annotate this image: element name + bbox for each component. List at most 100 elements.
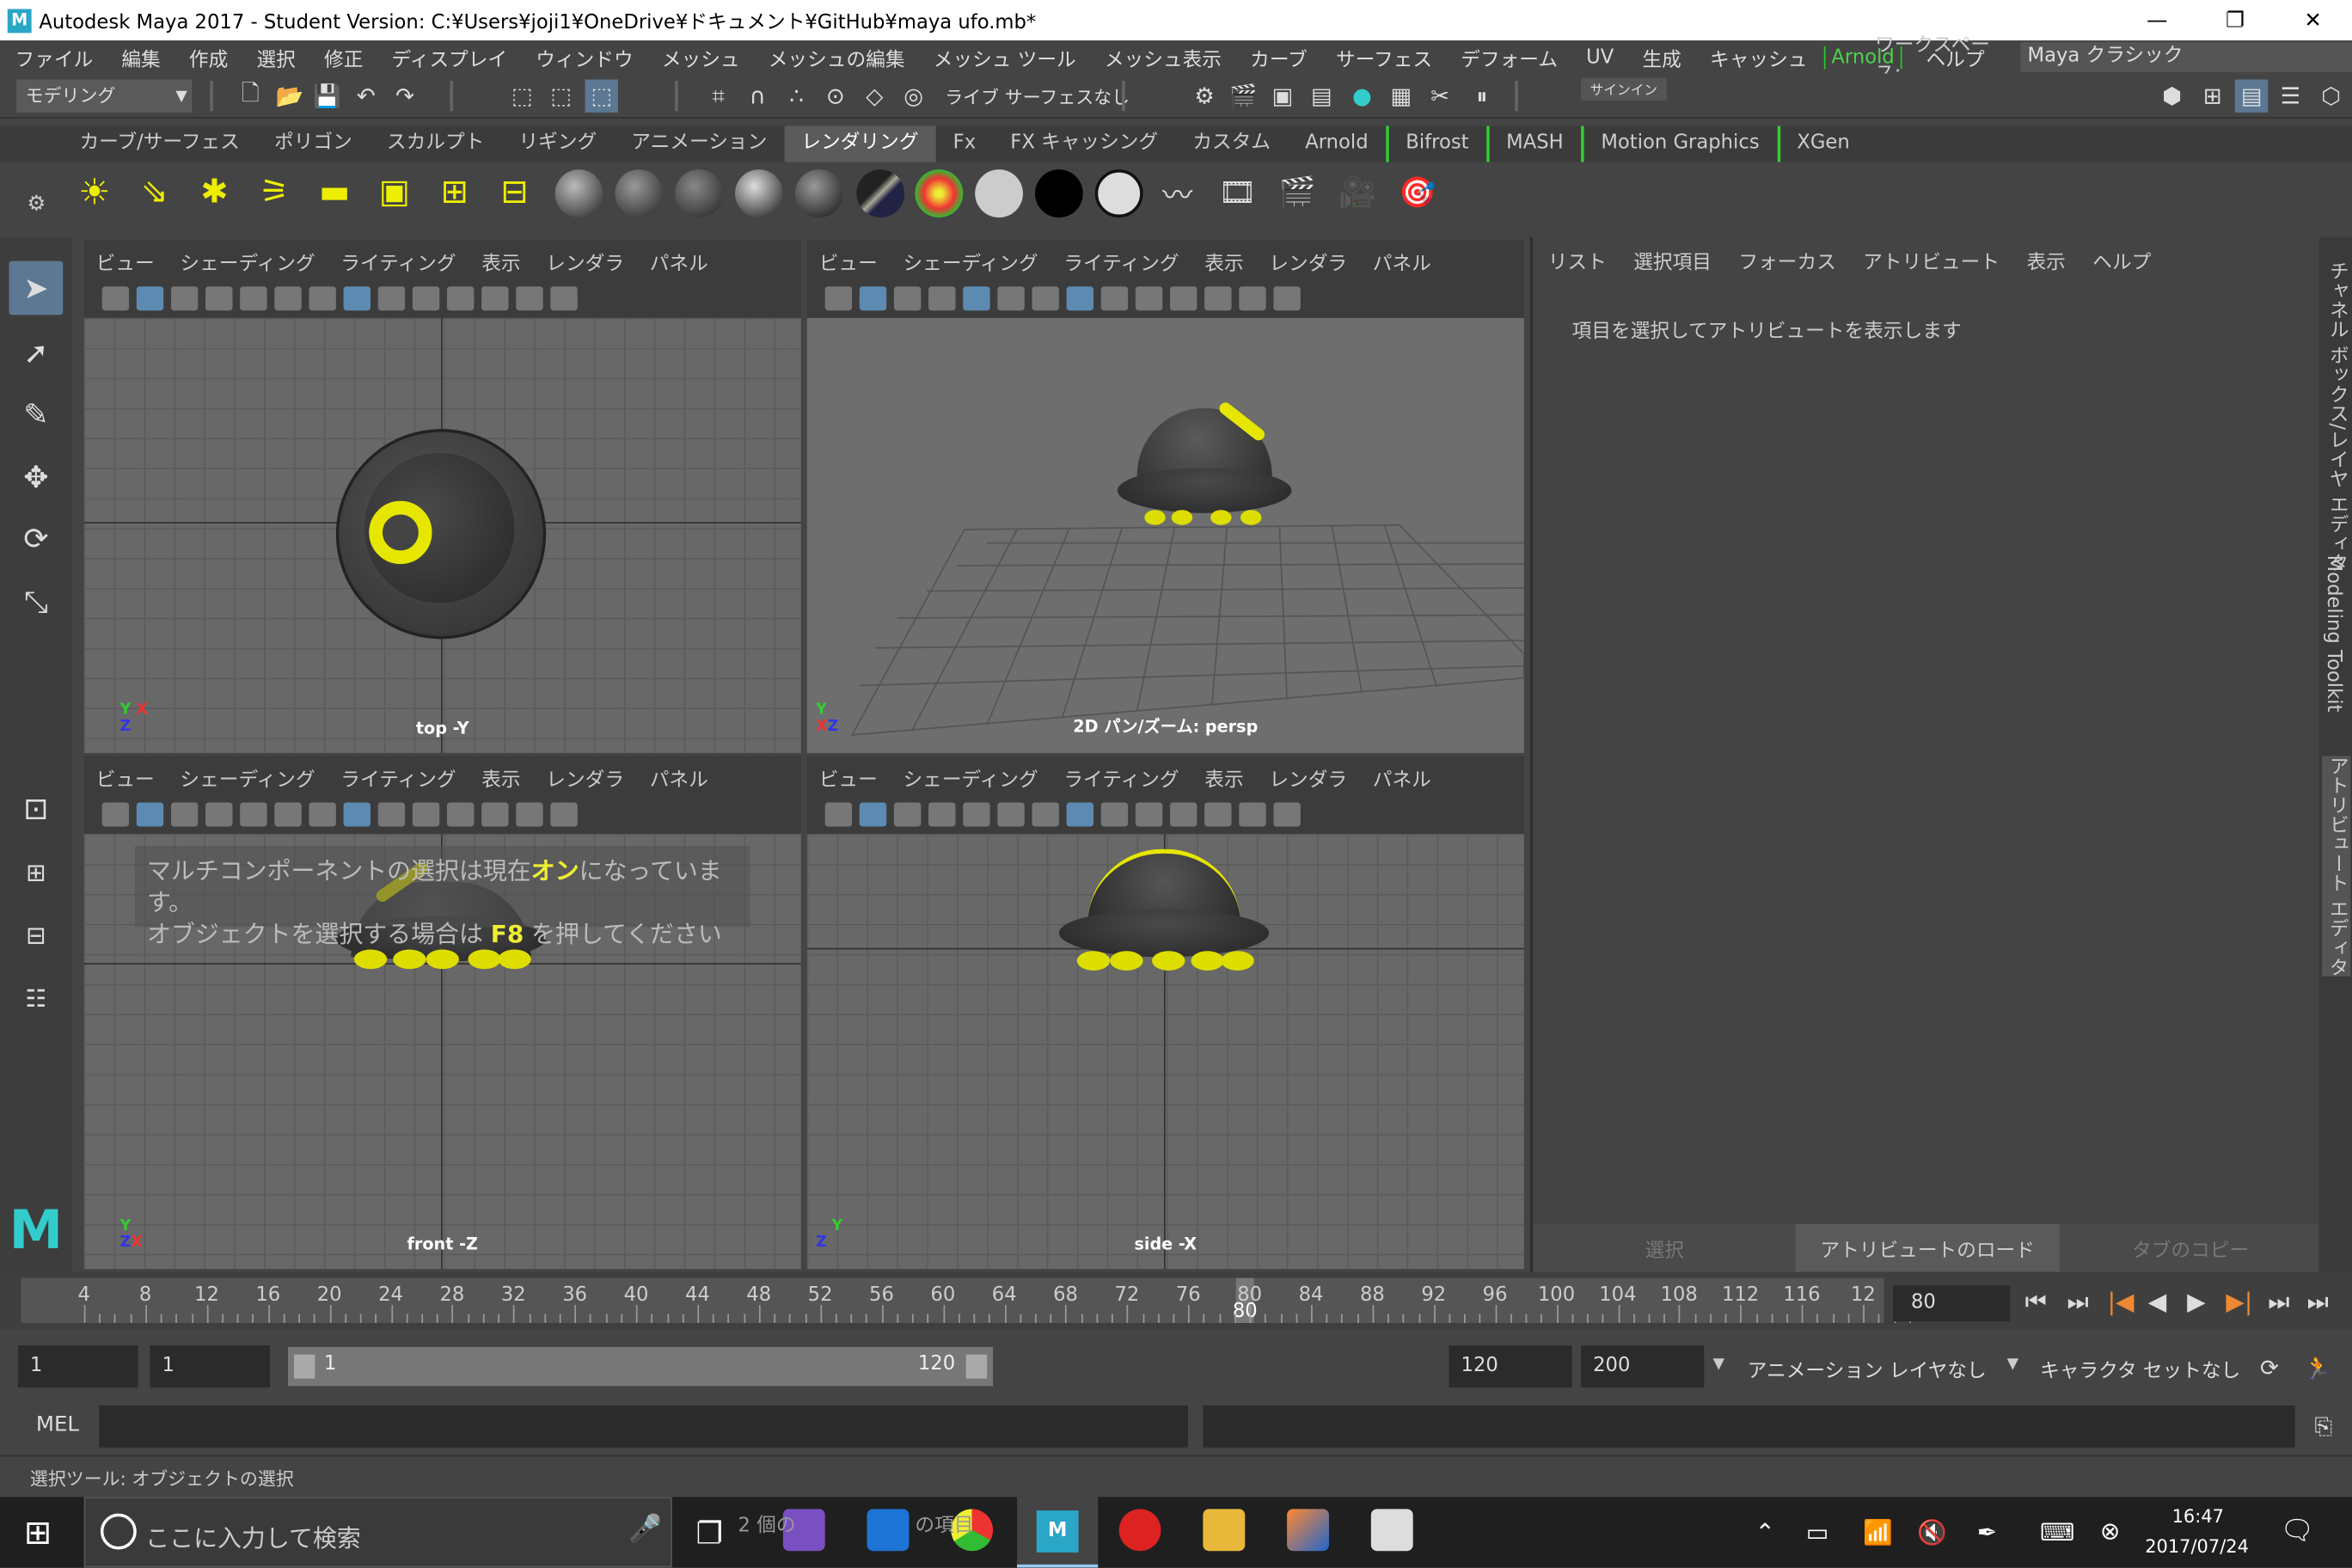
step-back-frame-icon[interactable]: |◀	[2108, 1287, 2135, 1315]
camera-icon[interactable]	[101, 286, 130, 311]
shadows-icon[interactable]	[481, 802, 509, 827]
workspace-dropdown[interactable]: Maya クラシック	[2019, 41, 2352, 72]
xray-icon[interactable]	[516, 802, 543, 827]
open-scene-icon[interactable]: 📂	[273, 79, 306, 112]
select-tool-icon[interactable]: ➤	[9, 260, 64, 315]
viewport-canvas[interactable]: マルチコンポーネントの選択は現在オンになっています。 オブジェクトを選択する場合…	[83, 834, 801, 1270]
playback-end-field[interactable]: 120	[1449, 1345, 1572, 1388]
shadows-icon[interactable]	[1204, 286, 1232, 311]
pause-icon[interactable]: ⏸	[1466, 79, 1498, 112]
current-frame-field[interactable]: 80	[1893, 1285, 2011, 1322]
bookmark-icon[interactable]	[170, 286, 199, 311]
ae-menu-list[interactable]: リスト	[1548, 246, 1607, 274]
smooth-shade-icon[interactable]	[1100, 286, 1129, 311]
shelf-tab-rendering[interactable]: レンダリング	[785, 126, 937, 162]
directional-light-icon[interactable]: ⇘	[138, 174, 171, 211]
animation-start-field[interactable]: 1	[17, 1345, 138, 1388]
shading-map-icon[interactable]	[1094, 169, 1143, 218]
edge-browser-icon[interactable]	[867, 1509, 910, 1552]
vp-menu-lighting[interactable]: ライティング	[1063, 247, 1179, 275]
anisotropic-sphere-icon[interactable]	[794, 169, 843, 218]
wireframe-icon[interactable]	[1066, 286, 1094, 311]
camera-aim-icon[interactable]: ⊟	[498, 174, 530, 211]
step-forward-frame-icon[interactable]: ▶|	[2226, 1287, 2252, 1315]
taskbar-clock-time[interactable]: 16:47	[2172, 1506, 2224, 1527]
render-sequence-icon[interactable]: ▦	[1385, 79, 1418, 112]
batch-render-icon[interactable]: 🎥	[1338, 174, 1375, 210]
step-forward-key-icon[interactable]: ⏭	[2268, 1287, 2289, 1317]
hypershade-icon[interactable]: ●	[1345, 79, 1378, 112]
camera-attr-icon[interactable]	[136, 802, 164, 827]
smooth-shade-icon[interactable]	[377, 286, 406, 311]
snap-surface-icon[interactable]: ◇	[858, 79, 891, 112]
vp-menu-renderer[interactable]: レンダラ	[1269, 763, 1347, 791]
menu-create[interactable]: 作成	[174, 43, 242, 71]
menu-edit-mesh[interactable]: メッシュの編集	[753, 43, 918, 71]
menu-uv[interactable]: UV	[1571, 46, 1627, 68]
wireframe-icon[interactable]	[1066, 802, 1094, 827]
image-plane-icon[interactable]	[928, 802, 956, 827]
layered-shader-icon[interactable]	[856, 169, 905, 218]
live-surface-label[interactable]: ライブ サーフェスなし	[945, 84, 1130, 110]
image-plane-icon[interactable]	[205, 802, 233, 827]
wireframe-icon[interactable]	[343, 286, 371, 311]
range-start-handle[interactable]	[294, 1354, 315, 1379]
script-editor-icon[interactable]: ⎘	[2307, 1410, 2340, 1442]
film-gate-icon[interactable]	[997, 802, 1025, 827]
vp-menu-shading[interactable]: シェーディング	[180, 763, 315, 791]
time-ruler[interactable]: 80 4 8 12 16 20 24 28 32 36 40 44 48 52 56 60 64 68 72 76 8…	[21, 1277, 1911, 1324]
render-setup-icon[interactable]: 🎯	[1399, 174, 1436, 210]
battery-icon[interactable]: ▭	[1806, 1518, 1828, 1547]
hypershade-shelf-icon[interactable]: 〰	[1161, 175, 1194, 212]
render-frame-shelf-icon[interactable]: 🎞	[1218, 174, 1256, 210]
menu-window[interactable]: ウィンドウ	[521, 43, 647, 71]
bookmark-icon[interactable]	[893, 802, 922, 827]
lights-icon[interactable]	[446, 802, 475, 827]
grid-icon[interactable]	[240, 286, 267, 311]
vp-menu-panels[interactable]: パネル	[1373, 247, 1431, 275]
shelf-tab-sculpting[interactable]: スカルプト	[371, 126, 503, 162]
menu-generate[interactable]: 生成	[1627, 43, 1695, 71]
ipr-render-icon[interactable]: ▣	[1266, 79, 1299, 112]
vp-menu-view[interactable]: ビュー	[819, 247, 878, 275]
isolate-icon[interactable]	[1273, 802, 1301, 827]
vp-menu-shading[interactable]: シェーディング	[180, 247, 315, 275]
outliner-layout-icon[interactable]: ☷	[9, 971, 63, 1025]
snap-point-icon[interactable]: ∴	[780, 79, 812, 112]
side-tab-attribute-editor[interactable]: アトリビュート エディタ	[2322, 756, 2351, 977]
viewport-front[interactable]: ビュー シェーディング ライティング 表示 レンダラ パネル マルチコンポーネン…	[83, 756, 801, 1270]
rotate-tool-icon[interactable]: ⟳	[9, 511, 63, 566]
menu-curves[interactable]: カーブ	[1235, 43, 1321, 71]
shelf-tab-motion-graphics[interactable]: Motion Graphics	[1581, 126, 1778, 162]
range-end-handle[interactable]	[965, 1354, 988, 1379]
shelf-tab-bifrost[interactable]: Bifrost	[1386, 126, 1487, 162]
mail-icon[interactable]	[1370, 1509, 1413, 1552]
ipr-shelf-icon[interactable]: 🎬	[1279, 174, 1316, 210]
pen-icon[interactable]: ✒	[1977, 1518, 1997, 1547]
shelf-tab-xgen[interactable]: XGen	[1777, 126, 1868, 162]
menu-mesh-display[interactable]: メッシュ表示	[1089, 43, 1234, 71]
image-plane-icon[interactable]	[205, 286, 233, 311]
smooth-shade-icon[interactable]	[1100, 802, 1129, 827]
vp-menu-panels[interactable]: パネル	[1373, 763, 1431, 791]
side-tab-modeling-toolkit[interactable]: Modeling Toolkit	[2322, 555, 2344, 713]
auto-key-icon[interactable]: ⟳	[2253, 1351, 2286, 1384]
shadows-icon[interactable]	[1204, 802, 1232, 827]
tool-settings-icon[interactable]: ☰	[2274, 79, 2306, 112]
vp-menu-renderer[interactable]: レンダラ	[546, 247, 624, 275]
menu-select[interactable]: 選択	[242, 43, 309, 71]
play-forward-icon[interactable]: ▶	[2187, 1287, 2205, 1315]
shelf-tab-custom[interactable]: カスタム	[1176, 126, 1289, 162]
microphone-icon[interactable]: 🎤	[628, 1514, 662, 1546]
textured-icon[interactable]	[1135, 802, 1163, 827]
shelf-tab-mash[interactable]: MASH	[1486, 126, 1581, 162]
vp-menu-show[interactable]: 表示	[1204, 247, 1243, 275]
snap-grid-icon[interactable]: ⌗	[702, 79, 735, 112]
camera-attr-icon[interactable]	[136, 286, 164, 311]
vp-menu-lighting[interactable]: ライティング	[1063, 763, 1179, 791]
shelf-settings-icon[interactable]: ⚙	[27, 192, 46, 216]
ramp-shader-icon[interactable]	[915, 169, 964, 218]
grid-icon[interactable]	[997, 286, 1025, 311]
four-view-layout-icon[interactable]: ⊞	[9, 844, 63, 898]
move-tool-icon[interactable]: ✥	[9, 450, 63, 504]
